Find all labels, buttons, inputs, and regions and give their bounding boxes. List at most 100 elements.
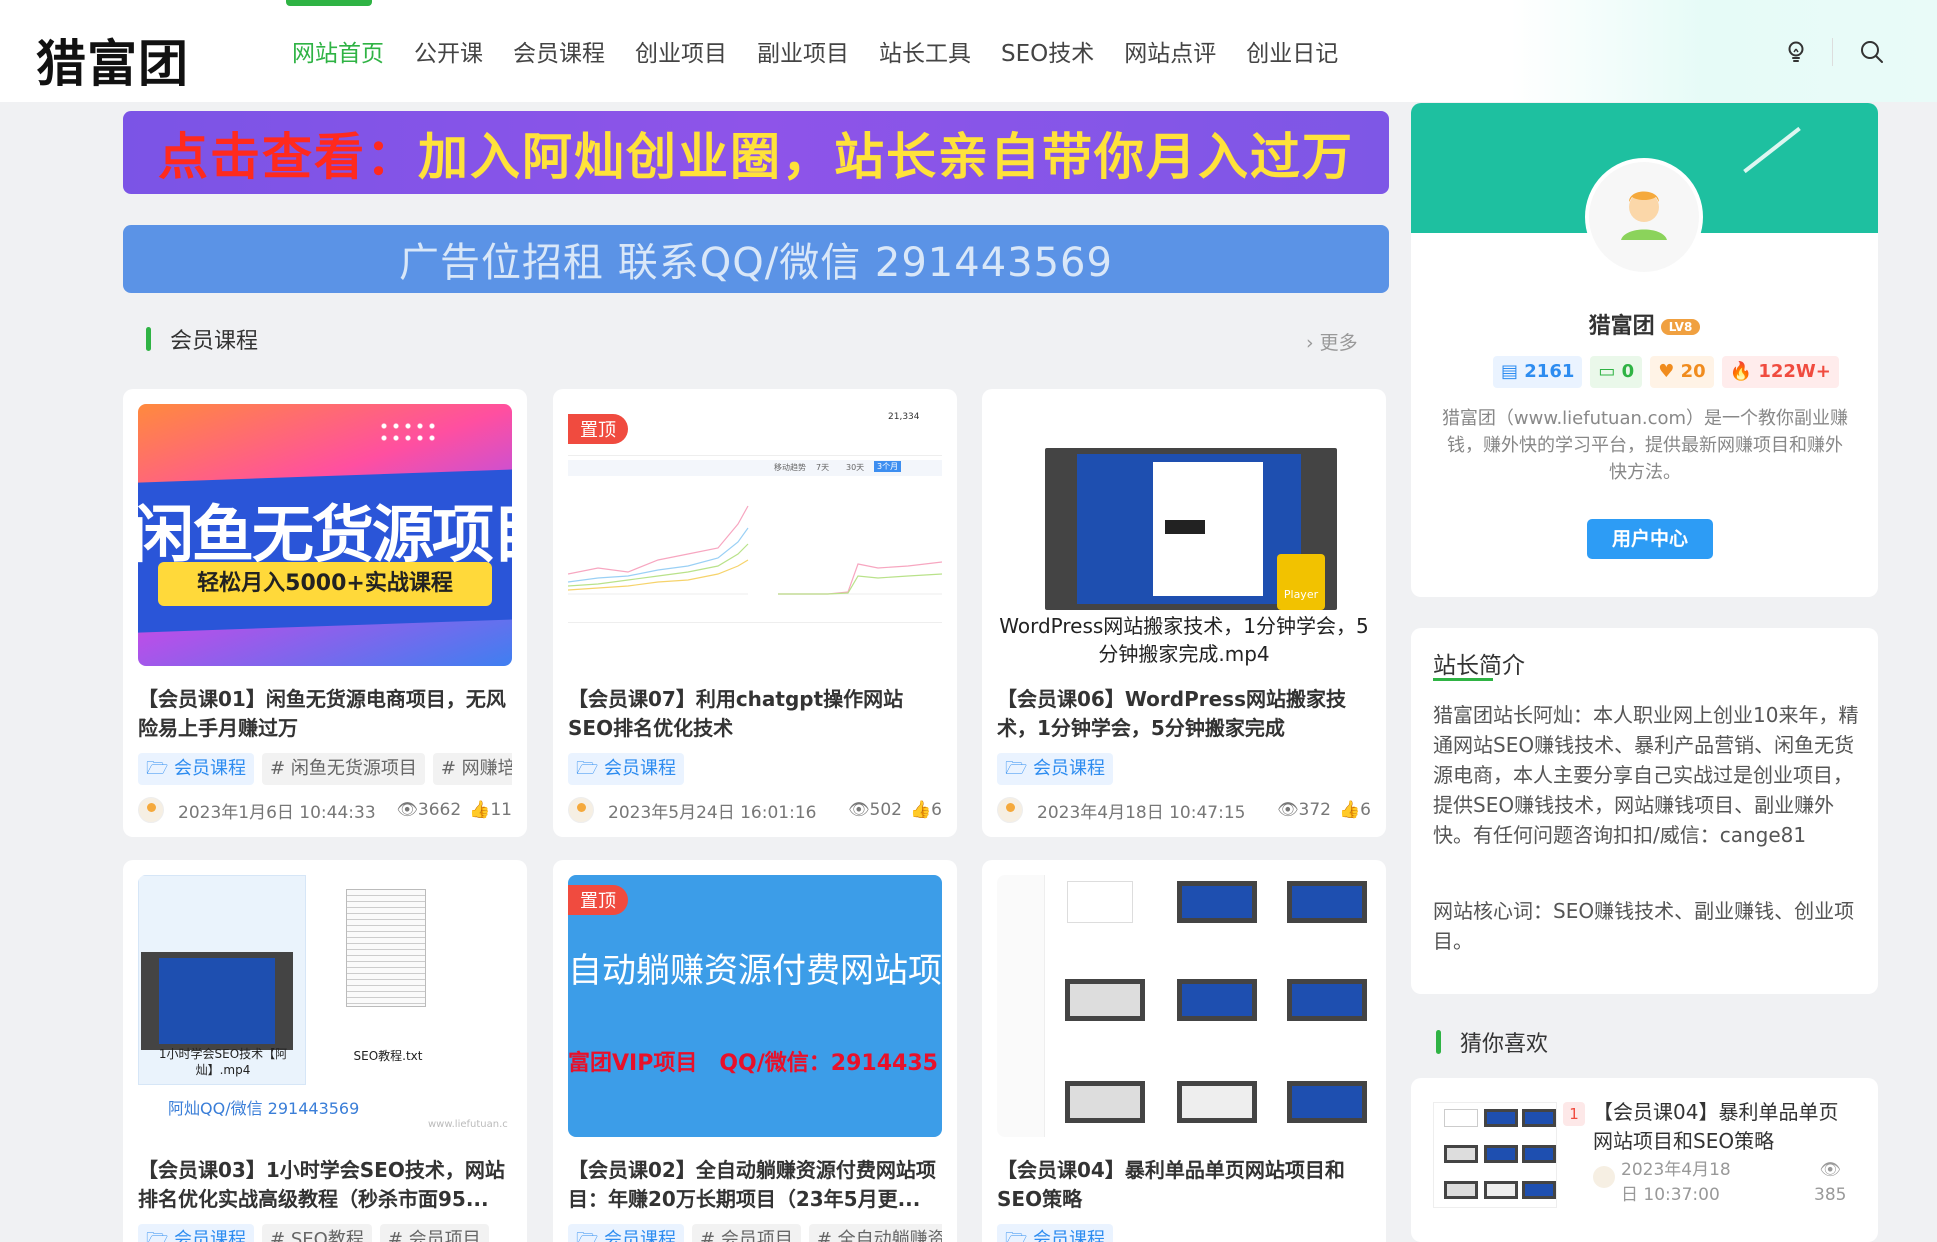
video-tile xyxy=(1522,1145,1556,1163)
tag[interactable]: # 会员项目 xyxy=(692,1224,801,1242)
ad-banner[interactable]: 广告位招租 联系QQ/微信 291443569 xyxy=(123,225,1389,293)
post-thumbnail[interactable] xyxy=(997,875,1371,1137)
like-count: 6 xyxy=(1360,800,1371,820)
likes-count: 20 xyxy=(1680,361,1706,382)
post-card[interactable]: 【会员课04】暴利单品单页网站项目和SEO策略 🗁 会员课程 xyxy=(982,860,1386,1242)
pinned-badge: 置顶 xyxy=(568,885,628,915)
post-date: 2023年1月6日 10:44:33 xyxy=(178,802,376,823)
nav-item-site-review[interactable]: 网站点评 xyxy=(1124,34,1216,68)
recommend-date: 2023年4月18日 10:37:00 xyxy=(1621,1160,1731,1205)
category-tag[interactable]: 🗁 会员课程 xyxy=(568,1224,685,1242)
cover-streak xyxy=(1743,126,1801,174)
category-label: 会员课程 xyxy=(174,1229,247,1242)
site-logo[interactable]: 猎富团 xyxy=(36,24,189,96)
category-tag[interactable]: 🗁 会员课程 xyxy=(138,1224,255,1242)
post-thumbnail[interactable]: 闲鱼无货源项目 轻松月入5000+实战课程 xyxy=(138,404,512,666)
views-icon: 👁 xyxy=(396,800,418,820)
thumb-contact: 阿灿QQ/微信 291443569 xyxy=(168,1099,360,1118)
post-thumbnail[interactable]: Player WordPress网站搬家技术，1分钟学会，5分钟搬家完成.mp4 xyxy=(997,404,1371,666)
category-tag[interactable]: 🗁 会员课程 xyxy=(568,753,685,785)
profile-avatar[interactable] xyxy=(1585,158,1703,276)
post-title[interactable]: 【会员课02】全自动躺赚资源付费网站项目：年赚20万长期项目（23年5月更... xyxy=(568,1156,942,1214)
nav-item-member-course[interactable]: 会员课程 xyxy=(513,34,605,68)
views-icon: 👁 xyxy=(847,800,870,820)
post-title[interactable]: 【会员课01】闲鱼无货源电商项目，无风险易上手月赚过万 xyxy=(138,685,512,743)
user-center-button[interactable]: 用户中心 xyxy=(1587,519,1713,559)
main-nav: 网站首页 公开课 会员课程 创业项目 副业项目 站长工具 SEO技术 网站点评 … xyxy=(292,34,1368,68)
nav-item-seo[interactable]: SEO技术 xyxy=(1001,34,1094,68)
search-icon[interactable] xyxy=(1858,38,1886,66)
more-link-label: 更多 xyxy=(1319,332,1358,354)
thumb-watermark: www.liefutuan.c xyxy=(428,1119,508,1130)
author-avatar[interactable] xyxy=(138,797,164,823)
nav-item-startup[interactable]: 创业项目 xyxy=(635,34,727,68)
thumb-toolbar: 移动趋势 7天 30天 3个月 xyxy=(568,460,942,476)
video-tile xyxy=(1522,1181,1556,1199)
lightbulb-icon[interactable] xyxy=(1782,38,1810,66)
nav-item-open-course[interactable]: 公开课 xyxy=(414,34,483,68)
site-header: 猎富团 网站首页 公开课 会员课程 创业项目 副业项目 站长工具 SEO技术 网… xyxy=(0,0,1937,102)
video-tile xyxy=(1522,1109,1556,1127)
file-tile xyxy=(1067,881,1133,923)
post-card[interactable]: Player WordPress网站搬家技术，1分钟学会，5分钟搬家完成.mp4… xyxy=(982,389,1386,837)
profile-card: 猎富团 LV8 ▤ 2161 ▭ 0 ♥ 20 🔥 122W+ 猎富团（www.l… xyxy=(1411,103,1878,597)
guess-title: 猜你喜欢 xyxy=(1460,1032,1549,1057)
tag[interactable]: # 全自动躺赚资源 xyxy=(808,1224,942,1242)
promo-banner[interactable]: 点击查看： 加入阿灿创业圈，站长亲自带你月入过万 xyxy=(123,111,1389,194)
profile-name-text: 猎富团 xyxy=(1588,314,1655,339)
author-avatar[interactable] xyxy=(997,797,1023,823)
nav-item-diary[interactable]: 创业日记 xyxy=(1246,34,1338,68)
tag[interactable]: # 会员项目 xyxy=(379,1224,489,1242)
tag[interactable]: # SEO教程 xyxy=(262,1224,372,1242)
thumb-subline: 富团VIP项目 QQ/微信：2914435 xyxy=(568,1051,938,1076)
video-screen xyxy=(159,958,275,1044)
post-card[interactable]: 1小时学会SEO技术【阿灿】.mp4 SEO教程.txt 阿灿QQ/微信 291… xyxy=(123,860,527,1242)
comments-stat[interactable]: ▭ 0 xyxy=(1590,356,1643,388)
video-frame: Player xyxy=(1045,448,1337,610)
nav-item-side-project[interactable]: 副业项目 xyxy=(757,34,849,68)
post-card[interactable]: 置顶 21,334 移动趋势 7天 30天 3个月 【会员课07】利用chatg… xyxy=(553,389,957,837)
file-name: 1小时学会SEO技术【阿灿】.mp4 xyxy=(158,1047,288,1077)
video-tile xyxy=(1484,1181,1518,1199)
post-card[interactable]: 闲鱼无货源项目 轻松月入5000+实战课程 【会员课01】闲鱼无货源电商项目，无… xyxy=(123,389,527,837)
author-avatar[interactable] xyxy=(1593,1166,1615,1188)
video-tile xyxy=(1065,979,1145,1021)
post-tags: 🗁 会员课程 # 闲鱼无货源项目 # 网赚培训 xyxy=(138,753,512,785)
post-title[interactable]: 【会员课06】WordPress网站搬家技术，1分钟学会，5分钟搬家完成 xyxy=(997,685,1371,743)
post-tags: 🗁 会员课程 xyxy=(568,753,942,785)
likes-stat[interactable]: ♥ 20 xyxy=(1650,356,1714,388)
recommend-thumbnail[interactable] xyxy=(1433,1102,1557,1208)
post-tags: 🗁 会员课程 # SEO教程 # 会员项目 xyxy=(138,1224,512,1242)
nav-item-home[interactable]: 网站首页 xyxy=(292,34,384,68)
like-icon[interactable]: 👍 xyxy=(1339,800,1360,820)
category-tag[interactable]: 🗁 会员课程 xyxy=(997,753,1114,785)
post-title[interactable]: 【会员课07】利用chatgpt操作网站SEO排名优化技术 xyxy=(568,685,942,743)
profile-description: 猎富团（www.liefutuan.com）是一个教你副业赚钱，赚外快的学习平台… xyxy=(1441,408,1849,483)
category-label: 会员课程 xyxy=(1033,1229,1106,1242)
intro-card: 站长简介 猎富团站长阿灿：本人职业网上创业10来年，精通网站SEO赚钱技术、暴利… xyxy=(1411,628,1878,994)
post-thumbnail[interactable]: 置顶 自动躺赚资源付费网站项 富团VIP项目 QQ/微信：2914435 xyxy=(568,875,942,1137)
recommend-title[interactable]: 【会员课04】暴利单品单页网站项目和SEO策略 xyxy=(1593,1098,1853,1156)
post-thumbnail[interactable]: 1小时学会SEO技术【阿灿】.mp4 SEO教程.txt 阿灿QQ/微信 291… xyxy=(138,875,512,1137)
tag[interactable]: # 网赚培训 xyxy=(432,753,512,785)
guess-header: 猜你喜欢 xyxy=(1436,1026,1548,1058)
more-link[interactable]: › 更多 xyxy=(1306,328,1358,355)
tag[interactable]: # 闲鱼无货源项目 xyxy=(262,753,425,785)
post-title[interactable]: 【会员课04】暴利单品单页网站项目和SEO策略 xyxy=(997,1156,1371,1214)
file-tile xyxy=(1444,1109,1478,1127)
video-frame xyxy=(141,952,293,1050)
category-tag[interactable]: 🗁 会员课程 xyxy=(997,1224,1114,1242)
post-thumbnail[interactable]: 置顶 21,334 移动趋势 7天 30天 3个月 xyxy=(568,404,942,666)
post-title[interactable]: 【会员课03】1小时学会SEO技术，网站排名优化实战高级教程（秒杀市面95... xyxy=(138,1156,512,1214)
post-card[interactable]: 置顶 自动躺赚资源付费网站项 富团VIP项目 QQ/微信：2914435 【会员… xyxy=(553,860,957,1242)
view-count: 502 xyxy=(869,800,902,820)
post-meta: 2023年4月18日 10:47:15 👁 372 👍 6 xyxy=(997,795,1371,825)
like-icon[interactable]: 👍 xyxy=(469,800,490,820)
views-stat[interactable]: 🔥 122W+ xyxy=(1721,356,1839,388)
like-icon[interactable]: 👍 xyxy=(910,800,931,820)
profile-name: 猎富团 LV8 xyxy=(1411,308,1878,340)
posts-stat[interactable]: ▤ 2161 xyxy=(1493,356,1583,388)
category-tag[interactable]: 🗁 会员课程 xyxy=(138,753,255,785)
author-avatar[interactable] xyxy=(568,797,594,823)
nav-item-webmaster-tools[interactable]: 站长工具 xyxy=(879,34,971,68)
